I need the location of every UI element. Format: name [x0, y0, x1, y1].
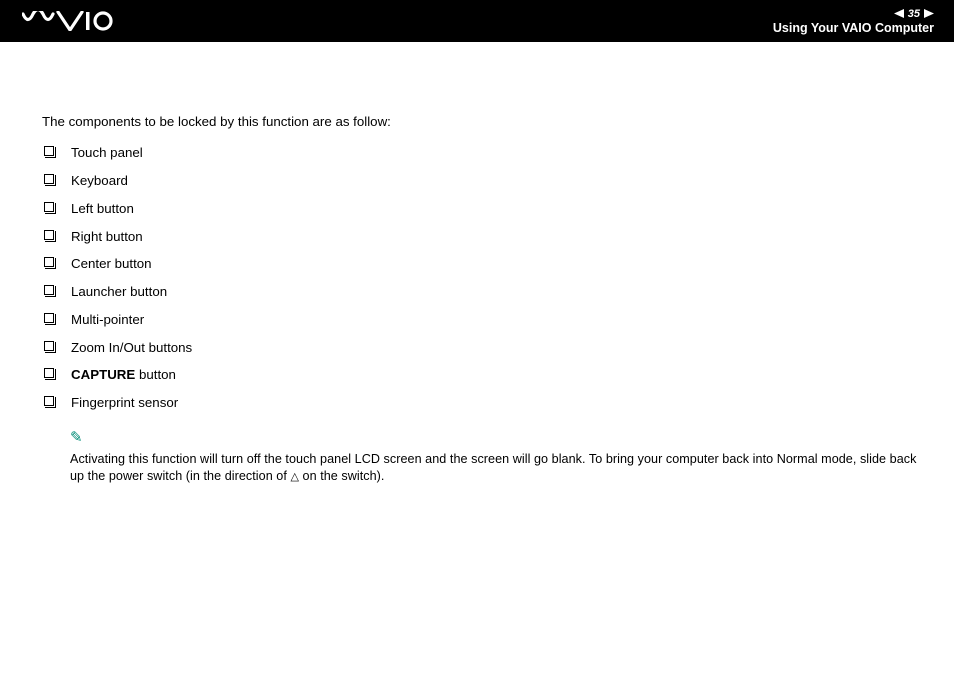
page-nav: 35	[894, 8, 934, 20]
list-item: CAPTURE button	[44, 365, 934, 384]
list-item-label: Center button	[71, 254, 152, 273]
list-item-label: CAPTURE button	[71, 365, 176, 384]
note-text: Activating this function will turn off t…	[70, 452, 916, 483]
list-item: Center button	[44, 254, 934, 273]
nav-next-icon[interactable]	[924, 9, 934, 18]
page-header: 35 Using Your VAIO Computer	[0, 0, 954, 42]
list-item: Keyboard	[44, 171, 934, 190]
list-item: Right button	[44, 227, 934, 246]
checkbox-bullet-icon	[44, 202, 54, 212]
list-item-label: Zoom In/Out buttons	[71, 338, 192, 357]
checkbox-bullet-icon	[44, 285, 54, 295]
list-item: Zoom In/Out buttons	[44, 338, 934, 357]
list-item-label: Right button	[71, 227, 143, 246]
note-pencil-icon: ✎	[70, 428, 924, 448]
list-item-label: Launcher button	[71, 282, 167, 301]
header-right: 35 Using Your VAIO Computer	[773, 8, 934, 35]
list-item: Touch panel	[44, 143, 934, 162]
note-block: ✎ Activating this function will turn off…	[70, 428, 934, 484]
checkbox-bullet-icon	[44, 230, 54, 240]
list-item: Left button	[44, 199, 934, 218]
checkbox-bullet-icon	[44, 257, 54, 267]
list-item-label: Multi-pointer	[71, 310, 144, 329]
list-item-label: Keyboard	[71, 171, 128, 190]
intro-text: The components to be locked by this func…	[42, 112, 934, 131]
list-item-label: Fingerprint sensor	[71, 393, 178, 412]
component-list: Touch panel Keyboard Left button Right butt…	[44, 143, 934, 412]
nav-prev-icon[interactable]	[894, 9, 904, 18]
vaio-logo	[22, 11, 114, 31]
checkbox-bullet-icon	[44, 341, 54, 351]
checkbox-bullet-icon	[44, 396, 54, 406]
section-title: Using Your VAIO Computer	[773, 21, 934, 35]
checkbox-bullet-icon	[44, 368, 54, 378]
triangle-up-icon: △	[290, 470, 299, 485]
list-item: Launcher button	[44, 282, 934, 301]
checkbox-bullet-icon	[44, 313, 54, 323]
checkbox-bullet-icon	[44, 146, 54, 156]
page-content: The components to be locked by this func…	[0, 42, 954, 485]
list-item-label: Left button	[71, 199, 134, 218]
page-number: 35	[908, 8, 920, 20]
list-item: Multi-pointer	[44, 310, 934, 329]
list-item: Fingerprint sensor	[44, 393, 934, 412]
list-item-label: Touch panel	[71, 143, 143, 162]
checkbox-bullet-icon	[44, 174, 54, 184]
